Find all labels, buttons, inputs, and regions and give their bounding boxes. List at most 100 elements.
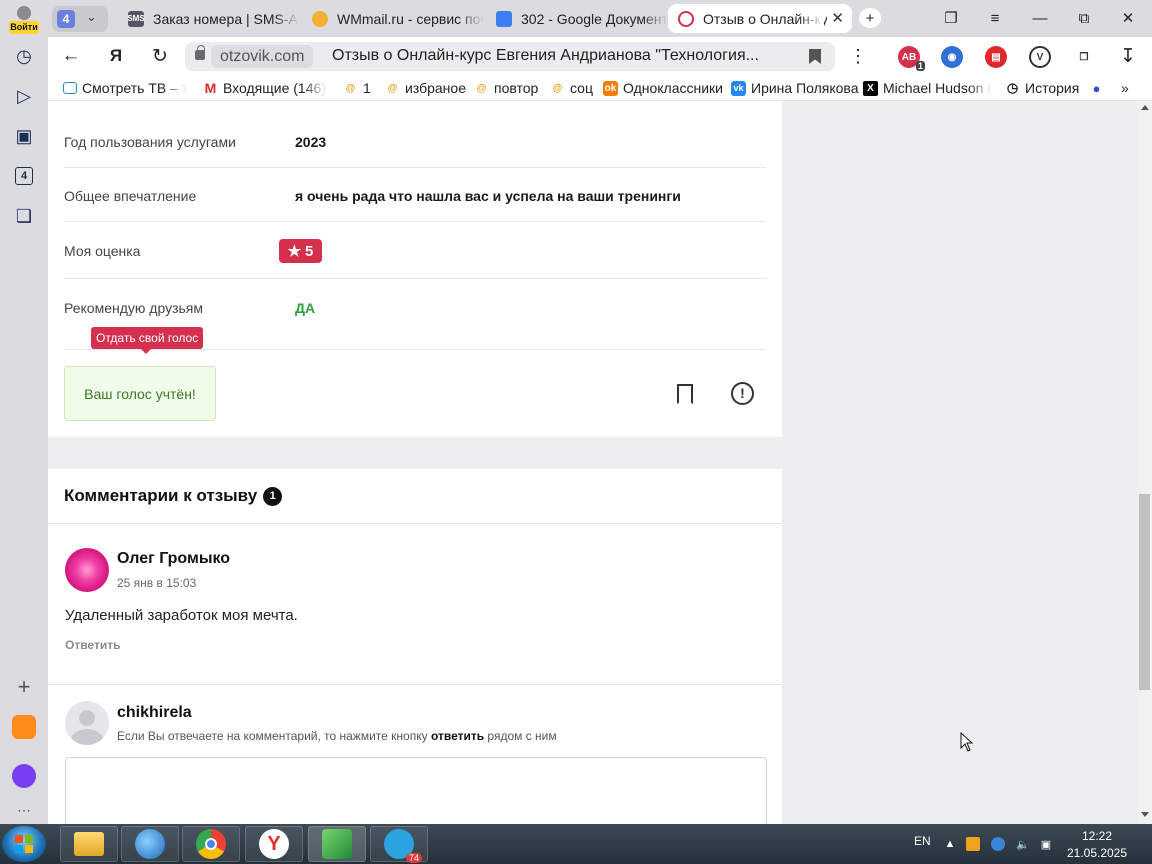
tray-app-icon[interactable]	[966, 837, 980, 851]
history-clock-icon[interactable]: ◷	[10, 42, 38, 70]
tab-group-button[interactable]: 4 ⌄	[52, 6, 108, 32]
comments-count-badge: 1	[263, 486, 283, 506]
app-taskbar-button[interactable]	[308, 826, 366, 862]
internet-explorer-taskbar-button[interactable]	[121, 826, 179, 862]
trash-extension-icon[interactable]: ▤	[985, 46, 1007, 68]
tab-sms-activate[interactable]: SMS Заказ номера | SMS-Activate	[128, 4, 300, 33]
browser-sidebar: Войти ◷ ▷ ▣ 4 ❏ + ⋯	[0, 0, 48, 824]
minimize-icon[interactable]: —	[1029, 8, 1051, 28]
star-icon: ★	[287, 243, 302, 260]
bookmarks-overflow-icon[interactable]: »	[1121, 79, 1129, 97]
network-icon[interactable]: ▣	[1039, 837, 1053, 851]
mouse-cursor-icon	[960, 732, 973, 752]
avatar[interactable]	[65, 548, 109, 592]
tab-wmmail[interactable]: WMmail.ru - сервис почтовых рассылок	[312, 4, 484, 33]
bookmarks-bar: Смотреть ТВ – телевизор M Входящие (146)…	[48, 75, 1152, 101]
volume-icon[interactable]: 🔈	[1016, 837, 1030, 851]
clock-date[interactable]: 21.05.2025	[1062, 846, 1132, 860]
adblock-extension-icon[interactable]: AB 1	[898, 46, 925, 71]
add-panel-icon[interactable]: +	[10, 673, 38, 701]
reload-icon[interactable]: ↻	[149, 45, 171, 67]
tray-overflow-icon[interactable]: ▲	[943, 837, 957, 851]
review-row-impression: Общее впечатление я очень рада что нашла…	[64, 168, 766, 222]
clock-icon: ◷	[1006, 80, 1019, 95]
download-icon[interactable]: ↧	[1117, 45, 1139, 67]
comment-text: Удаленный заработок моя мечта.	[65, 607, 298, 624]
row-label: Год пользования услугами	[64, 134, 236, 150]
bookmark-1[interactable]: @ 1	[343, 79, 371, 97]
row-label: Рекомендую друзьям	[64, 300, 203, 316]
bookmark-odnoklassniki[interactable]: ok Одноклассники	[603, 79, 723, 97]
extensions-puzzle-icon[interactable]: ❐	[1073, 46, 1095, 68]
bookmark-social[interactable]: @ соц	[550, 79, 593, 97]
language-indicator[interactable]: EN	[914, 834, 931, 848]
wmmail-icon: @	[345, 82, 356, 94]
alice-assistant-icon[interactable]	[10, 762, 38, 790]
tabs-overview-icon[interactable]: ❐	[940, 8, 962, 28]
collections-icon[interactable]: ❏	[10, 202, 38, 230]
more-dots-icon[interactable]: ⋯	[10, 796, 38, 824]
page-viewport: Год пользования услугами 2023 Общее впеч…	[48, 101, 1137, 824]
new-tab-plus-icon[interactable]: +	[859, 8, 881, 28]
back-arrow-icon[interactable]: ←	[60, 45, 82, 67]
bookmark-save-icon[interactable]	[677, 384, 693, 404]
row-value: 2023	[295, 134, 327, 150]
bookmark-favorites[interactable]: @ избраное	[385, 79, 466, 97]
start-button[interactable]	[2, 826, 46, 862]
scroll-up-arrow-icon[interactable]	[1141, 105, 1149, 110]
page-title-in-address[interactable]: Отзыв о Онлайн-курс Евгения Андрианова "…	[332, 47, 802, 65]
vue-devtools-icon[interactable]: V	[1029, 46, 1051, 68]
bookmark-extra[interactable]: ●	[1089, 79, 1109, 97]
comment-date: 25 янв в 15:03	[117, 576, 197, 590]
tab-otzovik-active[interactable]: Отзыв о Онлайн-курс Евгения Андрианова ✕	[668, 4, 852, 33]
scrollbar-thumb[interactable]	[1139, 494, 1150, 690]
scroll-down-arrow-icon[interactable]	[1141, 812, 1149, 817]
row-label: Моя оценка	[64, 243, 141, 259]
yandex-logo-icon[interactable]: Я	[105, 45, 127, 67]
login-avatar[interactable]: Войти	[9, 4, 39, 34]
navigation-bar: ← Я ↻ otzovik.com Отзыв о Онлайн-курс Ев…	[48, 37, 1152, 75]
screenshot-camera-icon[interactable]: ▣	[10, 122, 38, 150]
close-window-icon[interactable]: ✕	[1117, 8, 1139, 28]
comment-textarea[interactable]	[65, 757, 767, 824]
explorer-taskbar-button[interactable]	[60, 826, 118, 862]
avatar	[65, 701, 109, 745]
close-tab-icon[interactable]: ✕	[831, 9, 844, 27]
review-details-card: Год пользования услугами 2023 Общее впеч…	[48, 101, 782, 437]
gmail-icon: M	[204, 80, 217, 96]
review-row-rating: Моя оценка	[64, 222, 766, 279]
translate-globe-icon[interactable]: ◉	[941, 46, 963, 68]
telegram-taskbar-button[interactable]: 74	[370, 826, 428, 863]
more-vertical-icon[interactable]: ⋮	[847, 45, 869, 67]
recommend-value: ДА	[295, 300, 316, 316]
tray-network-app-icon[interactable]	[991, 837, 1005, 851]
tab-count-icon[interactable]: 4	[10, 162, 38, 190]
row-value: я очень рада что нашла вас и успела на в…	[295, 188, 681, 204]
yandex-browser-taskbar-button[interactable]: Y	[245, 826, 303, 862]
vk-icon: vk	[731, 80, 746, 96]
divider	[48, 523, 782, 524]
tab-google-docs[interactable]: 302 - Google Документы	[496, 4, 668, 33]
bookmark-icon[interactable]	[809, 49, 821, 64]
comment-author[interactable]: Олег Громыко	[117, 550, 230, 568]
vote-status-button[interactable]: Ваш голос учтён!	[64, 366, 216, 421]
windows-taskbar: Y 74 EN ▲ 🔈 ▣ 12:22 21.05.2025	[0, 824, 1152, 864]
bookmark-history[interactable]: ◷ История	[1005, 79, 1079, 97]
page-scrollbar[interactable]	[1137, 101, 1152, 824]
play-video-icon[interactable]: ▷	[10, 82, 38, 110]
address-bar[interactable]: otzovik.com Отзыв о Онлайн-курс Евгения …	[185, 42, 835, 71]
mail-app-icon[interactable]	[10, 713, 38, 741]
chrome-taskbar-button[interactable]	[182, 826, 240, 862]
bookmark-repeat[interactable]: @ повтор	[474, 79, 539, 97]
app-icon	[322, 829, 352, 859]
lock-icon[interactable]	[195, 45, 205, 60]
bookmark-vk[interactable]: vk Ирина Полякова	[731, 79, 859, 97]
domain-chip[interactable]: otzovik.com	[211, 45, 314, 68]
globe-icon	[135, 829, 165, 859]
menu-hamburger-icon[interactable]: ≡	[984, 8, 1006, 28]
reply-link[interactable]: Ответить	[65, 638, 120, 652]
report-warning-icon[interactable]: !	[731, 382, 754, 405]
restore-icon[interactable]: ⧉	[1073, 8, 1095, 28]
sms-icon: SMS	[128, 10, 145, 27]
clock-time[interactable]: 12:22	[1062, 829, 1132, 843]
